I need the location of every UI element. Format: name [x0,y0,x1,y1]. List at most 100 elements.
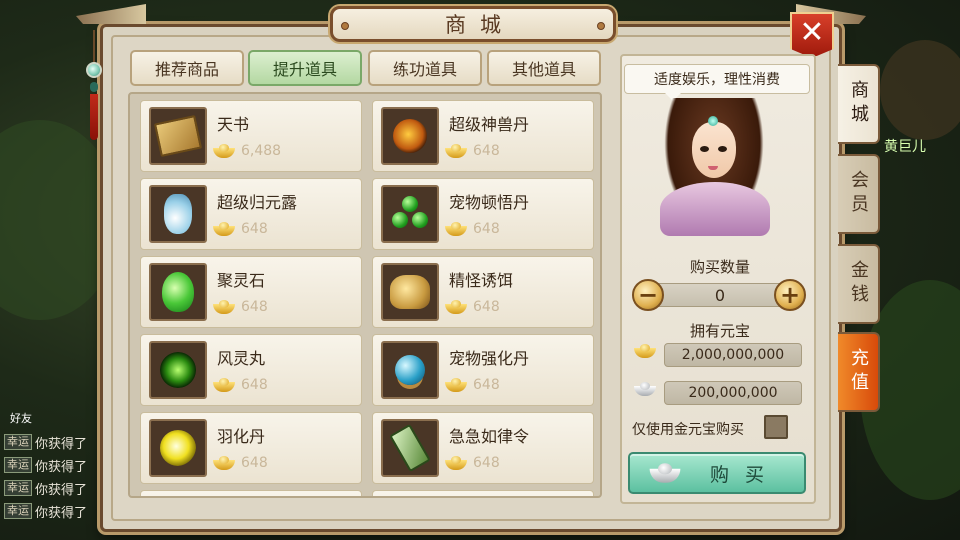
gold-ingot-icon [213,300,235,314]
item-price: 648 [445,377,500,393]
green-pills-icon [390,196,430,232]
chat-text: 你获得了 [35,459,88,475]
shop-item[interactable]: 聚灵石 648 [140,256,362,328]
chat-tag: 幸运 [4,480,32,496]
beast-pill-icon [393,119,427,153]
shop-item[interactable] [140,490,362,496]
item-name: 超级归元露 [217,193,298,212]
gold-only-label: 仅使用金元宝购买 [632,422,744,438]
item-price: 648 [445,455,500,471]
silver-ingot-icon [649,463,681,483]
chat-tag: 幸运 [4,457,32,473]
tab-membership[interactable]: 会员 [838,154,880,234]
background-npc-name[interactable]: 黄巨儿 [884,136,926,156]
item-price-value: 648 [473,299,500,315]
chat-text: 你获得了 [35,436,88,452]
item-price-value: 648 [241,299,268,315]
gold-only-checkbox[interactable] [764,415,788,439]
shop-title-banner: 商城 [330,6,616,42]
item-icon-frame [381,263,439,321]
item-price-value: 648 [473,221,500,237]
buy-button[interactable]: 购买 [628,452,806,494]
item-icon-frame [381,185,439,243]
chat-log[interactable]: 幸运 你获得了 幸运 你获得了 幸运 你获得了 幸运 你获得了 [4,432,104,524]
tab-training-items[interactable]: 练功道具 [368,50,482,86]
chat-friend-label[interactable]: 好友 [10,410,32,426]
item-name: 宠物强化丹 [449,349,530,368]
item-name: 宠物顿悟丹 [449,193,530,212]
shop-item[interactable]: 超级神兽丹 648 [372,100,594,172]
shop-item[interactable]: 羽化丹 648 [140,412,362,484]
close-button[interactable]: ✕ [790,12,834,58]
tab-shop[interactable]: 商城 [838,64,880,144]
gold-ingot-icon [213,144,235,158]
shop-item[interactable]: 风灵丸 648 [140,334,362,406]
chat-text: 你获得了 [35,482,88,498]
bottle-icon [164,194,192,234]
gold-ingot-balance: 2,000,000,000 [664,343,802,367]
item-icon-frame [381,107,439,165]
tab-money[interactable]: 金钱 [838,244,880,324]
item-price: 648 [445,221,500,237]
gold-ingot-icon [445,300,467,314]
chat-text: 你获得了 [35,505,88,521]
minus-icon: − [637,281,659,309]
decrease-quantity-button[interactable]: − [632,279,664,311]
item-price: 6,488 [213,143,281,159]
shop-npc-portrait [654,98,774,238]
item-name: 天书 [217,115,250,134]
close-icon: ✕ [799,15,825,50]
gold-ingot-icon [445,144,467,158]
shop-item[interactable]: 精怪诱饵 648 [372,256,594,328]
shop-item[interactable]: 宠物顿悟丹 648 [372,178,594,250]
talisman-icon [389,423,431,473]
tab-recommended[interactable]: 推荐商品 [130,50,244,86]
jade-pendant-icon [86,30,102,140]
buy-button-label: 购买 [709,463,780,486]
gold-ingot-icon [213,378,235,392]
item-name: 风灵丸 [217,349,266,368]
shop-item[interactable]: 急急如律令 648 [372,412,594,484]
item-price: 648 [213,455,268,471]
page-title: 商城 [445,13,515,37]
item-name: 羽化丹 [217,427,266,446]
item-icon-frame [381,419,439,477]
gold-ingot-icon [213,456,235,470]
shop-item[interactable]: 超级归元露 648 [140,178,362,250]
item-price: 648 [445,143,500,159]
shop-item[interactable]: 天书 6,488 [140,100,362,172]
shop-item[interactable] [372,490,594,496]
item-grid[interactable]: 天书 6,488 超级神兽丹 648 超级归元露 648 宠物顿悟丹 648 聚… [128,92,602,498]
item-price-value: 648 [473,377,500,393]
chat-tag: 幸运 [4,503,32,519]
quantity-label: 购买数量 [689,258,750,276]
tab-other-items[interactable]: 其他道具 [487,50,601,86]
item-price-value: 648 [473,455,500,471]
item-price: 648 [445,299,500,315]
gold-ingot-icon [445,222,467,236]
item-price-value: 6,488 [241,143,282,159]
bait-bag-icon [390,275,430,309]
npc-speech-bubble: 适度娱乐，理性消费 [624,64,810,101]
item-price: 648 [213,299,268,315]
spirit-stone-icon [162,272,194,312]
increase-quantity-button[interactable]: + [774,279,806,311]
gold-ingot-icon [445,378,467,392]
chat-row: 幸运 你获得了 [4,478,104,498]
gold-ingot-icon [445,456,467,470]
owned-ingots-label: 拥有元宝 [689,322,750,340]
plus-icon: + [779,281,801,309]
item-name: 精怪诱饵 [449,271,514,290]
item-name: 急急如律令 [449,427,530,446]
chat-row: 幸运 你获得了 [4,432,104,452]
gold-ingot-icon [213,222,235,236]
chat-tag: 幸运 [4,434,32,450]
shop-item[interactable]: 宠物强化丹 648 [372,334,594,406]
item-icon-frame [149,107,207,165]
tab-upgrade-items[interactable]: 提升道具 [248,50,362,86]
frame-ornament-left [76,4,146,24]
silver-ingot-balance: 200,000,000 [664,381,802,405]
item-price-value: 648 [241,377,268,393]
tab-recharge[interactable]: 充值 [838,332,880,412]
blue-pill-icon [395,355,425,385]
